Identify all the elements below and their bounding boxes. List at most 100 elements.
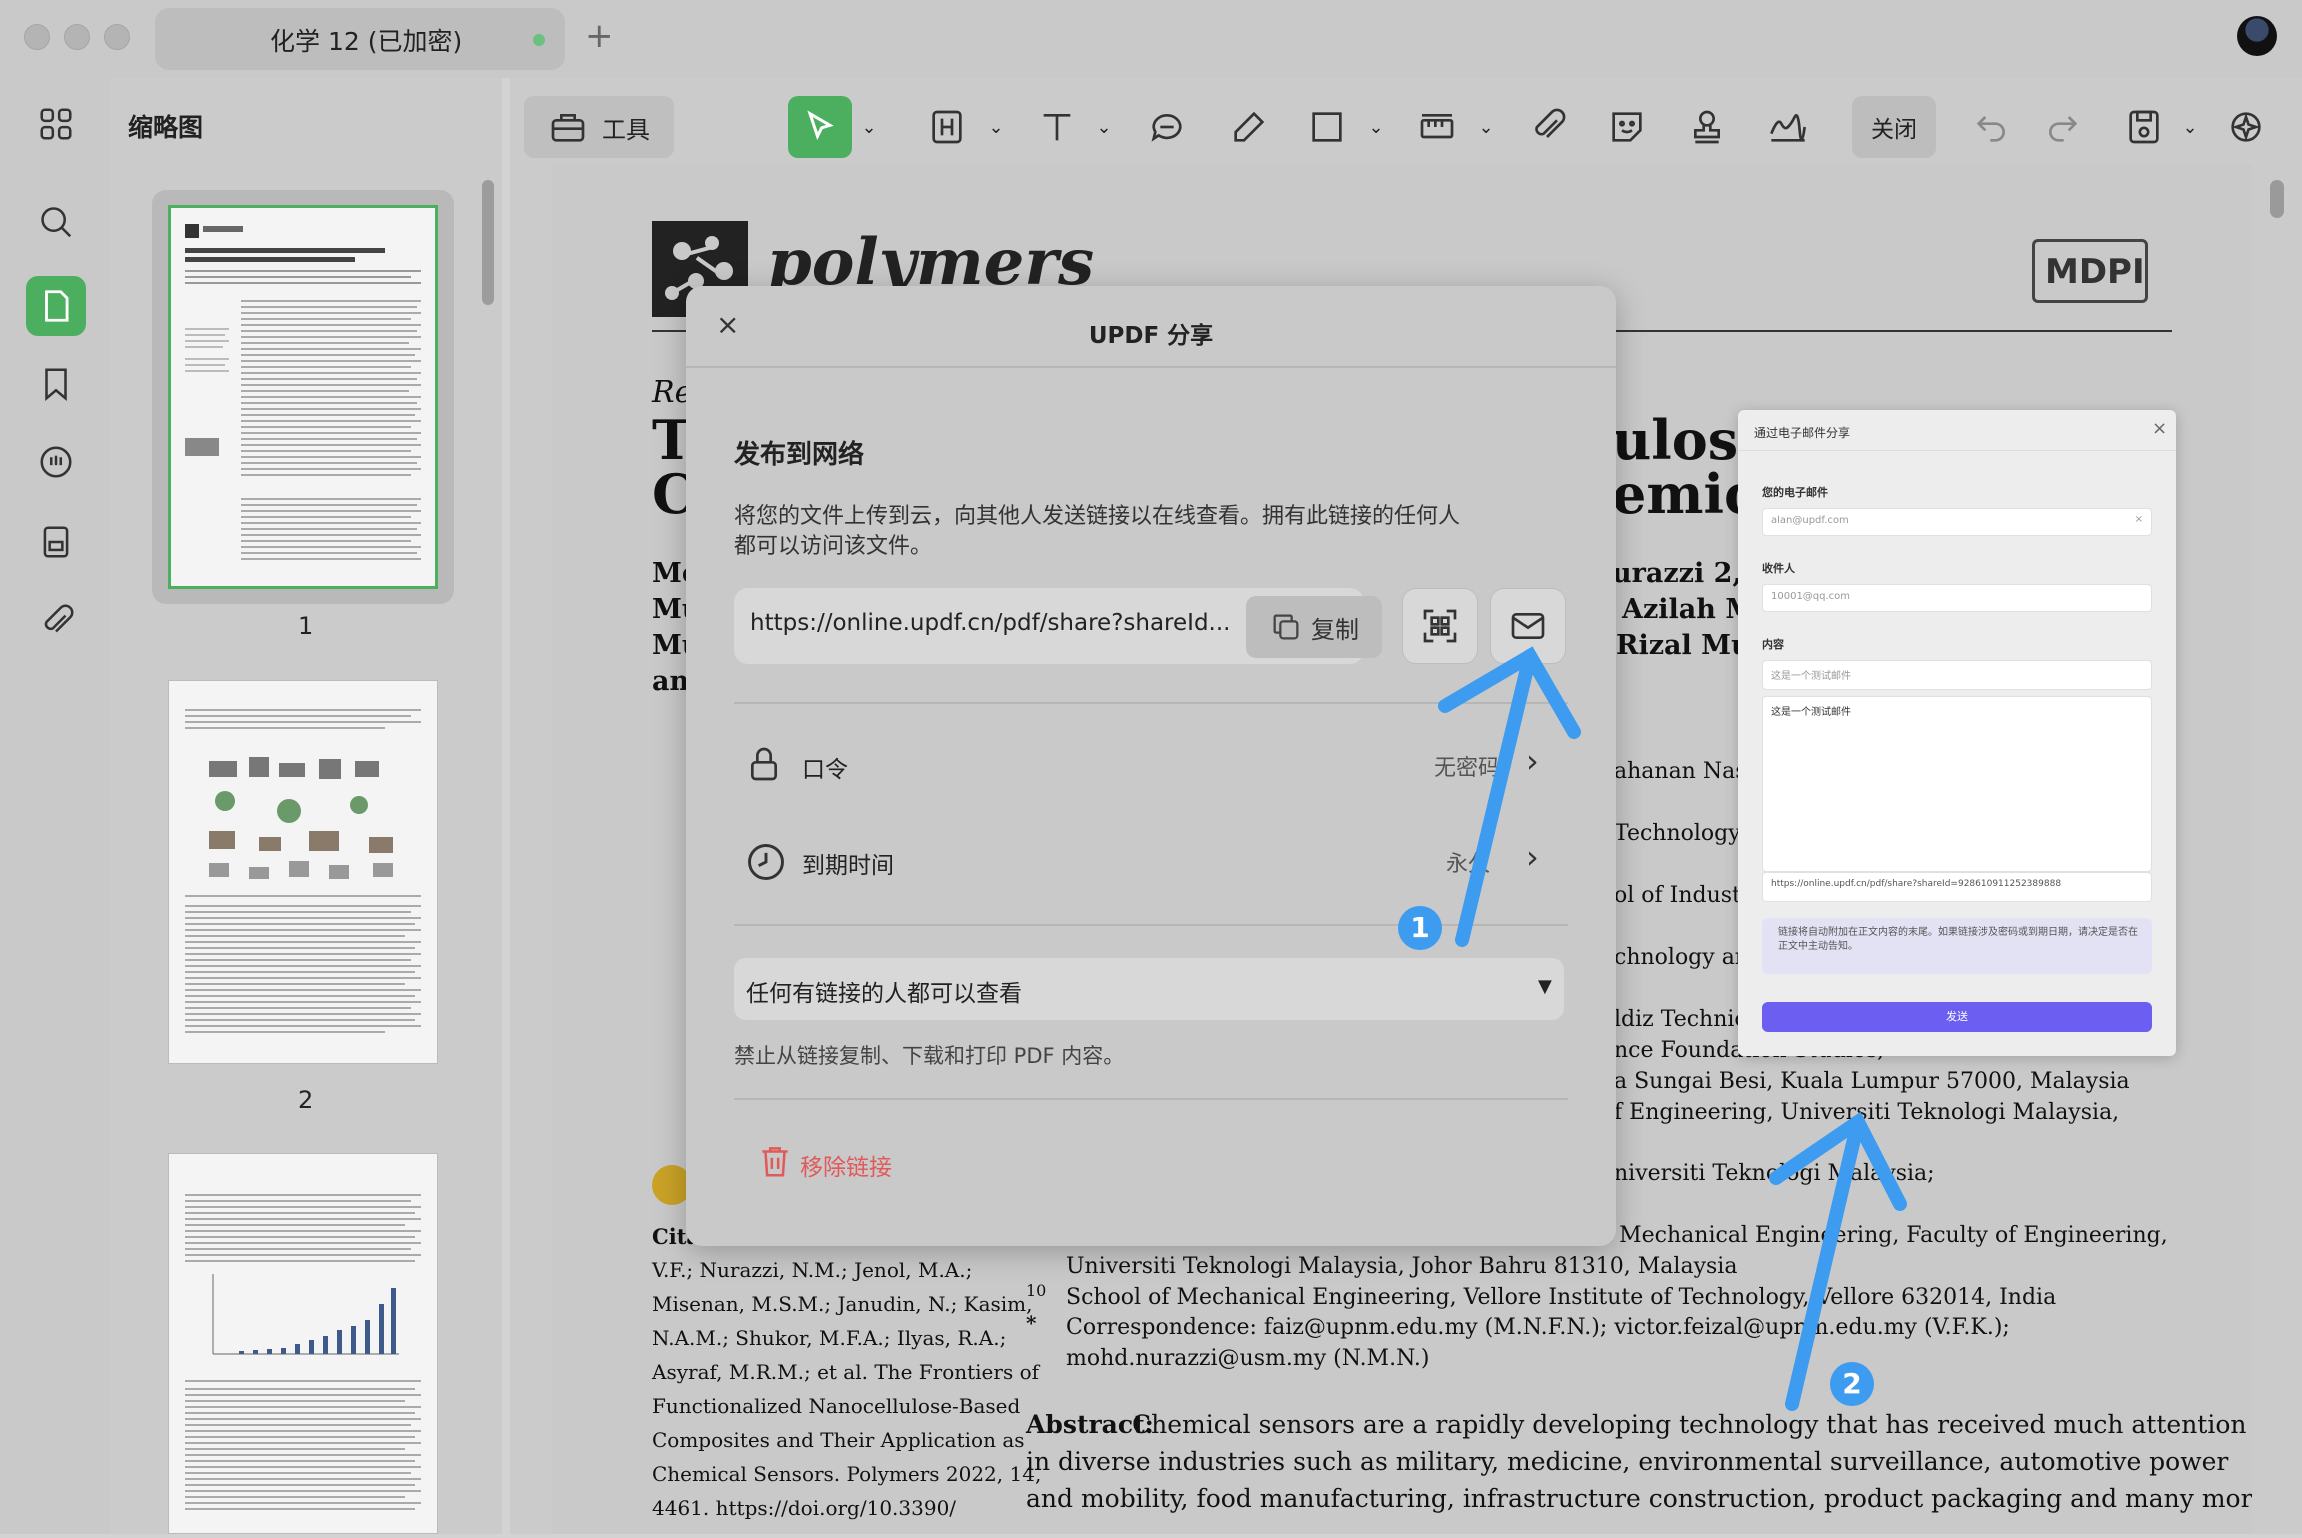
mail-icon (1511, 613, 1545, 639)
chevron-down-icon[interactable]: ⌄ (1364, 96, 1388, 158)
new-tab-button[interactable]: + (585, 16, 614, 56)
highlight-tool-button[interactable] (920, 96, 974, 158)
permission-value: 任何有链接的人都可以查看 (746, 981, 1022, 1007)
signature-tool-button[interactable] (1758, 96, 1818, 158)
text-tool-button[interactable] (1030, 96, 1084, 158)
affiliation-fragment: f Engineering, Universiti Teknologi Mala… (1614, 1100, 2120, 1125)
attachment-icon[interactable] (30, 596, 82, 648)
link-notice: 链接将自动附加在正文内容的末尾。如果链接涉及密码或到期日期，请决定是否在正文中主… (1762, 918, 2152, 974)
author-fragment: Azilah M (1622, 594, 1756, 625)
expiry-value: 永久 (1446, 852, 1491, 877)
chevron-down-icon[interactable]: ⌄ (1092, 96, 1116, 158)
qr-code-button[interactable] (1402, 588, 1478, 664)
sticker-icon (1612, 112, 1642, 142)
expiry-row[interactable]: 到期时间 永久 › (734, 822, 1568, 902)
subject-value: 这是一个测试邮件 (1771, 671, 1851, 682)
document-scrollbar[interactable] (2270, 180, 2284, 218)
clear-icon[interactable]: × (2135, 514, 2143, 525)
ai-assistant-button[interactable] (2218, 96, 2274, 158)
page-organize-icon[interactable] (30, 516, 82, 568)
recipient-field[interactable]: 10001@qq.com (1762, 584, 2152, 612)
bookmark-icon[interactable] (30, 358, 82, 410)
affiliation-number: * (1026, 1311, 1037, 1335)
comment-icon[interactable] (30, 436, 82, 488)
lock-icon (751, 747, 777, 781)
affiliation-fragment: a Sungai Besi, Kuala Lumpur 57000, Malay… (1614, 1069, 2130, 1094)
copy-link-button[interactable]: 复制 (1246, 596, 1382, 658)
highlight-icon (932, 110, 962, 144)
email-share-button[interactable] (1490, 588, 1566, 664)
window-zoom-button[interactable] (104, 24, 130, 50)
stamp-tool-button[interactable] (1680, 96, 1734, 158)
pencil-tool-button[interactable] (1222, 96, 1276, 158)
dropdown-arrow-icon: ▼ (1538, 976, 1552, 997)
search-icon[interactable] (30, 196, 82, 248)
affiliation-fragment: niversiti Teknologi Malaysia; (1614, 1161, 1935, 1186)
thumbnail-view-icon[interactable] (26, 276, 86, 336)
citation-line: Chemical Sensors. Polymers 2022, 14, (652, 1462, 1042, 1486)
your-email-label: 您的电子邮件 (1762, 486, 1828, 499)
divider (734, 702, 1568, 704)
password-value: 无密码 (1434, 756, 1501, 781)
divider (1738, 450, 2176, 451)
affiliation-fragment: ahanan Nasi (1614, 759, 1754, 784)
sticker-tool-button[interactable] (1600, 96, 1654, 158)
shape-tool-button[interactable] (1300, 96, 1354, 158)
window-minimize-button[interactable] (64, 24, 90, 50)
select-tool-button[interactable] (788, 96, 852, 158)
cursor-icon (807, 110, 834, 141)
affiliation-line: Correspondence: faiz@upnm.edu.my (M.N.F.… (1066, 1315, 2010, 1340)
citation-line: Composites and Their Application as (652, 1428, 1025, 1452)
remove-link-button[interactable]: 移除链接 (756, 1138, 936, 1188)
link-field[interactable]: https://online.updf.cn/pdf/share?shareId… (1762, 872, 2152, 902)
qr-code-icon (1423, 609, 1457, 643)
chevron-down-icon[interactable]: ⌄ (856, 96, 882, 158)
redo-button[interactable] (2036, 96, 2088, 158)
your-email-field[interactable]: alan@updf.com × (1762, 508, 2152, 536)
close-icon[interactable]: × (2152, 418, 2167, 439)
close-annotation-button[interactable]: 关闭 (1852, 96, 1936, 158)
permission-select[interactable]: 任何有链接的人都可以查看 ▼ (734, 958, 1564, 1020)
abstract-line: in diverse industries such as military, … (1026, 1447, 2229, 1476)
subject-field[interactable]: 这是一个测试邮件 (1762, 660, 2152, 690)
thumbnail-page-number-2: 2 (298, 1086, 314, 1114)
recipient-label: 收件人 (1762, 562, 1795, 575)
chevron-down-icon[interactable]: ⌄ (2178, 96, 2202, 158)
body-field[interactable]: 这是一个测试邮件 (1762, 696, 2152, 872)
divider (686, 366, 1616, 368)
toolbox-icon (551, 114, 585, 142)
window-close-button[interactable] (24, 24, 50, 50)
publisher-logo: MDPI (2032, 239, 2148, 303)
send-button[interactable]: 发送 (1762, 1002, 2152, 1032)
password-row[interactable]: 口令 无密码 › (734, 726, 1568, 806)
undo-button[interactable] (1966, 96, 2018, 158)
share-dialog: × UPDF 分享 发布到网络 将您的文件上传到云，向其他人发送链接以在线查看。… (686, 286, 1616, 1246)
chevron-right-icon: › (1526, 742, 1539, 780)
expiry-label: 到期时间 (802, 853, 894, 879)
thumbnail-page-number-1: 1 (298, 612, 314, 640)
redo-icon (2049, 116, 2078, 142)
page-thumbnail-1[interactable] (168, 205, 438, 589)
comment-tool-button[interactable] (1140, 96, 1194, 158)
page-thumbnail-2[interactable] (168, 680, 438, 1064)
abstract-line: Chemical sensors are a rapidly developin… (1132, 1410, 2247, 1439)
measure-tool-button[interactable] (1410, 96, 1464, 158)
apps-grid-icon[interactable] (30, 98, 82, 150)
signature-icon (1770, 114, 1806, 142)
paperclip-icon (1535, 108, 1566, 138)
chevron-down-icon[interactable]: ⌄ (1474, 96, 1498, 158)
text-icon (1043, 114, 1071, 141)
save-button[interactable] (2118, 96, 2170, 158)
document-tab[interactable]: 化学 12 (已加密) (155, 8, 565, 70)
tools-button[interactable]: 工具 (524, 96, 674, 158)
chevron-down-icon[interactable]: ⌄ (984, 96, 1008, 158)
thumbnail-scrollbar[interactable] (482, 180, 494, 305)
avatar[interactable] (2237, 16, 2277, 56)
undo-icon (1976, 116, 2005, 142)
page-thumbnail-3[interactable] (168, 1153, 438, 1534)
abstract-line: and mobility, food manufacturing, infras… (1026, 1484, 2252, 1513)
share-url: https://online.updf.cn/pdf/share?shareId… (750, 610, 1231, 636)
citation-line: Functionalized Nanocellulose-Based (652, 1394, 1021, 1418)
attach-tool-button[interactable] (1520, 96, 1574, 158)
citation-line: 4461. https://doi.org/10.3390/ (652, 1496, 957, 1520)
